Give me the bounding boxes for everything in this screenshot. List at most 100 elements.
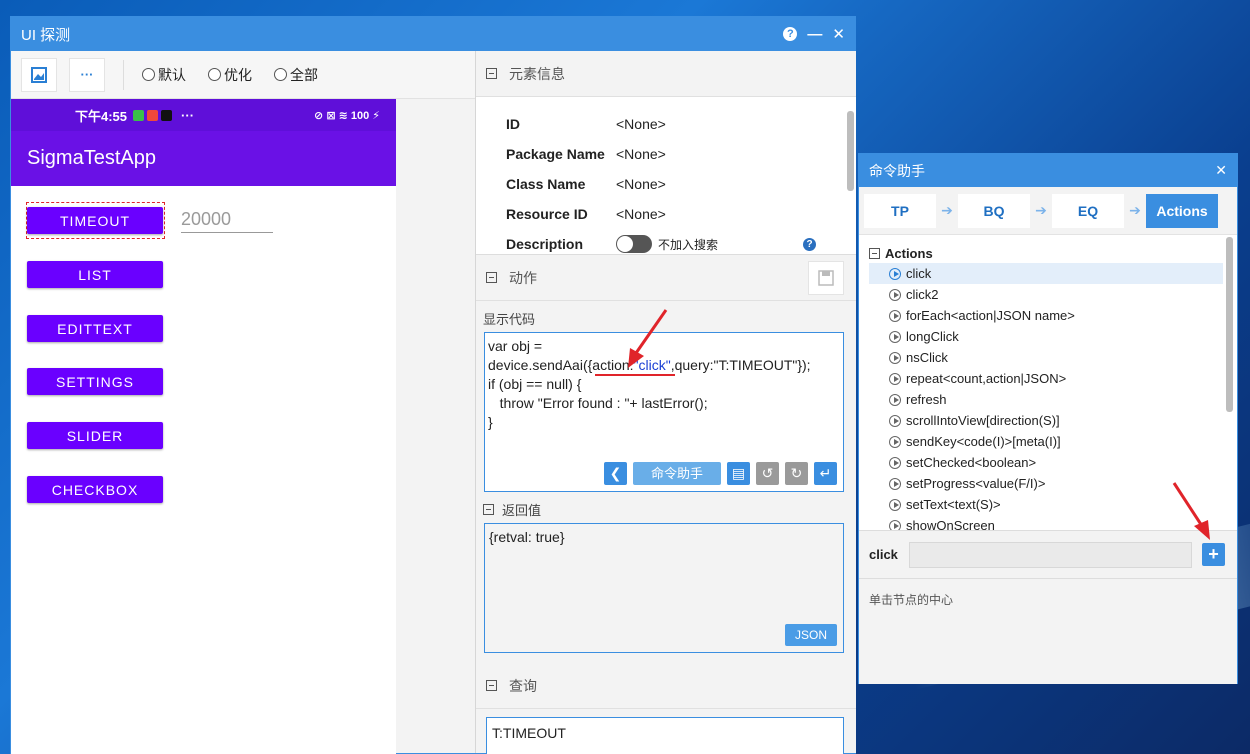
timeout-button[interactable]: TIMEOUT [27,207,163,234]
prop-key: Description [506,236,584,252]
window-titlebar: UI 探测 ? — ✕ [11,17,855,51]
screenshot-icon [31,66,47,83]
collapse-icon[interactable] [869,247,880,259]
play-icon [889,393,901,406]
tree-item-nsclick[interactable]: nsClick [869,347,1223,368]
prop-row-class: Class Name <None> [506,169,856,199]
add-command-button[interactable]: + [1202,543,1225,566]
tree-root[interactable]: Actions [869,243,1237,263]
app-title-bar: SigmaTestApp [11,131,396,186]
save-button[interactable] [808,261,844,295]
checkbox-button[interactable]: CHECKBOX [27,476,163,503]
step-tp[interactable]: TP [864,193,936,228]
settings-button[interactable]: SETTINGS [27,368,163,395]
help-icon[interactable]: ? [783,27,798,41]
tree-item-sendkey[interactable]: sendKey<code(I)>[meta(I)] [869,431,1223,452]
radio-optimized[interactable]: 优化 [208,65,252,85]
command-label: click [869,547,898,562]
copy-button[interactable]: ▤ [727,462,750,485]
radio-circle [142,68,155,81]
slider-button[interactable]: SLIDER [27,422,163,449]
tree-item-longclick[interactable]: longClick [869,326,1223,347]
radio-default[interactable]: 默认 [142,65,186,85]
dialog-close-icon[interactable]: ✕ [1215,162,1227,179]
device-screen[interactable]: 下午4:55 ··· ⊘ ⊠ ≋ 100 ⚡ SigmaTestApp TIME… [11,99,396,754]
redo-button[interactable]: ↻ [785,462,808,485]
tree-item-click2[interactable]: click2 [869,284,1223,305]
step-bq[interactable]: BQ [958,193,1030,228]
prop-value: <None> [616,116,666,132]
dialog-titlebar: 命令助手 ✕ [859,154,1237,187]
collapse-icon[interactable] [483,504,494,515]
toggle-label: 不加入搜索 [658,237,719,252]
close-icon[interactable]: ✕ [832,25,845,43]
actions-tree: Actions click click2 forEach<action|JSON… [859,235,1237,531]
capture-screen-button[interactable] [21,57,57,92]
code-line: device.sendAai({action:"click",query:"T:… [488,357,811,373]
back-button[interactable]: ❮ [604,462,627,485]
timeout-edit-field[interactable]: 20000 [181,209,273,233]
tree-item-setchecked[interactable]: setChecked<boolean> [869,452,1223,473]
tree-item-settext[interactable]: setText<text(S)> [869,494,1223,515]
undo-button[interactable]: ↺ [756,462,779,485]
tree-item-setprogress[interactable]: setProgress<value(F/I)> [869,473,1223,494]
json-button[interactable]: JSON [785,624,837,646]
prop-value: <None> [616,206,666,222]
return-header[interactable]: 返回值 [476,492,856,523]
window-title: UI 探测 [21,26,71,44]
prop-row-resource-id: Resource ID <None> [506,199,856,229]
section-title: 元素信息 [509,65,565,82]
code-highlight: "click" [633,357,671,373]
tree-item-repeat[interactable]: repeat<count,action|JSON> [869,368,1223,389]
radio-all[interactable]: 全部 [274,65,318,85]
dialog-title: 命令助手 [869,162,925,179]
play-icon [889,435,901,448]
element-info-header[interactable]: 元素信息 [476,51,856,97]
collapse-icon[interactable] [486,68,497,79]
element-properties: ID <None> Package Name <None> Class Name… [476,97,856,255]
play-icon [889,372,901,385]
prop-key: ID [506,116,520,132]
command-helper-button[interactable]: 命令助手 [633,462,721,485]
prop-key: Class Name [506,176,586,192]
play-icon [889,498,901,511]
play-icon [889,351,901,364]
actions-header[interactable]: 动作 [476,255,856,301]
arrow-right-icon: ➔ [1129,202,1141,218]
play-icon [889,414,901,427]
query-header[interactable]: 查询 [476,663,856,709]
prop-row-id: ID <None> [506,109,856,139]
prop-key: Package Name [506,146,605,162]
tree-item-scrollintoview[interactable]: scrollIntoView[direction(S)] [869,410,1223,431]
code-line: var obj = [488,338,543,354]
collapse-icon[interactable] [486,680,497,691]
collapse-icon[interactable] [486,272,497,283]
code-editor[interactable]: var obj = device.sendAai({action:"click"… [484,332,844,492]
toolbar: ··· 默认 优化 全部 [11,51,475,99]
edittext-button[interactable]: EDITTEXT [27,315,163,342]
query-input[interactable]: T:TIMEOUT [486,717,844,754]
command-params-input[interactable] [909,541,1192,568]
list-button[interactable]: LIST [27,261,163,288]
more-options-button[interactable]: ··· [69,57,105,92]
more-notifications-icon: ··· [181,107,195,123]
annotation-underline [595,374,675,376]
android-status-bar: 下午4:55 ··· ⊘ ⊠ ≋ 100 ⚡ [11,99,396,131]
command-description: 单击节点的中心 [859,579,1237,684]
arrow-right-icon: ➔ [941,202,953,218]
tree-scrollbar[interactable] [1226,237,1233,412]
question-icon[interactable]: ? [803,237,816,251]
right-pane: 元素信息 ID <None> Package Name <None> Class… [476,51,856,754]
wechat-icon [133,109,145,121]
code-line: throw "Error found : "+ lastError(); [488,395,708,411]
tree-item-refresh[interactable]: refresh [869,389,1223,410]
properties-scrollbar[interactable] [847,111,854,191]
minimize-icon[interactable]: — [807,26,822,43]
step-actions[interactable]: Actions [1146,193,1218,228]
search-toggle[interactable] [616,235,652,253]
tree-item-foreach[interactable]: forEach<action|JSON name> [869,305,1223,326]
tree-item-showonscreen[interactable]: showOnScreen [869,515,1223,530]
tree-item-click[interactable]: click [869,263,1223,284]
run-button[interactable]: ↵ [814,462,837,485]
step-eq[interactable]: EQ [1052,193,1124,228]
